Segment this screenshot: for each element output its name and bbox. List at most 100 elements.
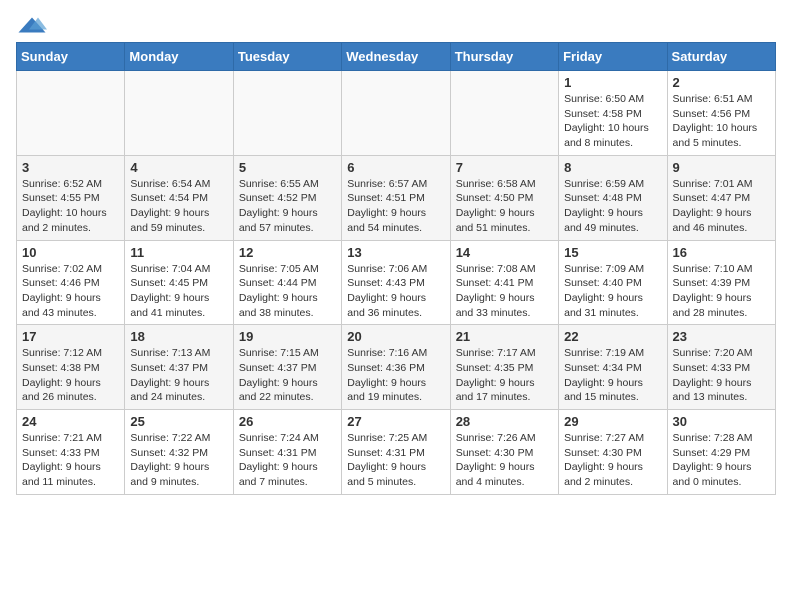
- calendar-cell: 7Sunrise: 6:58 AM Sunset: 4:50 PM Daylig…: [450, 155, 558, 240]
- day-info: Sunrise: 7:24 AM Sunset: 4:31 PM Dayligh…: [239, 431, 336, 490]
- calendar-cell: 2 Sunrise: 6:51 AM Sunset: 4:56 PM Daylig…: [667, 71, 775, 156]
- day-number: 30: [673, 414, 770, 429]
- calendar-cell: 16 Sunrise: 7:10 AM Sunset: 4:39 PM Dayli…: [667, 240, 775, 325]
- day-info: Sunrise: 6:57 AM Sunset: 4:51 PM Dayligh…: [347, 177, 444, 236]
- day-number: 29: [564, 414, 661, 429]
- day-info: Sunrise: 7:12 AM Sunset: 4:38 PM Dayligh…: [22, 346, 119, 405]
- day-info: Sunrise: 7:15 AM Sunset: 4:37 PM Dayligh…: [239, 346, 336, 405]
- calendar-cell: 20 Sunrise: 7:16 AM Sunset: 4:36 PM Dayli…: [342, 325, 450, 410]
- calendar-cell: 10 Sunrise: 7:02 AM Sunset: 4:46 PM Dayli…: [17, 240, 125, 325]
- calendar-cell: [17, 71, 125, 156]
- calendar-header-thursday: Thursday: [450, 43, 558, 71]
- calendar-header-wednesday: Wednesday: [342, 43, 450, 71]
- day-number: 24: [22, 414, 119, 429]
- day-number: 16: [673, 245, 770, 260]
- day-info: Sunrise: 7:01 AM Sunset: 4:47 PM Dayligh…: [673, 177, 770, 236]
- day-info: Sunrise: 6:55 AM Sunset: 4:52 PM Dayligh…: [239, 177, 336, 236]
- calendar-cell: 28 Sunrise: 7:26 AM Sunset: 4:30 PM Dayli…: [450, 410, 558, 495]
- calendar-cell: 13Sunrise: 7:06 AM Sunset: 4:43 PM Dayli…: [342, 240, 450, 325]
- day-info: Sunrise: 7:10 AM Sunset: 4:39 PM Dayligh…: [673, 262, 770, 321]
- calendar-cell: 25 Sunrise: 7:22 AM Sunset: 4:32 PM Dayli…: [125, 410, 233, 495]
- day-info: Sunrise: 6:50 AM Sunset: 4:58 PM Dayligh…: [564, 92, 661, 151]
- day-info: Sunrise: 7:22 AM Sunset: 4:32 PM Dayligh…: [130, 431, 227, 490]
- calendar-header-row: SundayMondayTuesdayWednesdayThursdayFrid…: [17, 43, 776, 71]
- page-header: [16, 16, 776, 34]
- day-info: Sunrise: 7:08 AM Sunset: 4:41 PM Dayligh…: [456, 262, 553, 321]
- day-number: 26: [239, 414, 336, 429]
- day-info: Sunrise: 6:52 AM Sunset: 4:55 PM Dayligh…: [22, 177, 119, 236]
- calendar-cell: 11 Sunrise: 7:04 AM Sunset: 4:45 PM Dayli…: [125, 240, 233, 325]
- day-number: 8: [564, 160, 661, 175]
- day-number: 6: [347, 160, 444, 175]
- day-info: Sunrise: 7:04 AM Sunset: 4:45 PM Dayligh…: [130, 262, 227, 321]
- day-number: 3: [22, 160, 119, 175]
- calendar-cell: 15 Sunrise: 7:09 AM Sunset: 4:40 PM Dayli…: [559, 240, 667, 325]
- calendar-week-row: 3 Sunrise: 6:52 AM Sunset: 4:55 PM Daylig…: [17, 155, 776, 240]
- calendar-cell: 22 Sunrise: 7:19 AM Sunset: 4:34 PM Dayli…: [559, 325, 667, 410]
- calendar-cell: 6 Sunrise: 6:57 AM Sunset: 4:51 PM Daylig…: [342, 155, 450, 240]
- calendar-cell: 4Sunrise: 6:54 AM Sunset: 4:54 PM Daylig…: [125, 155, 233, 240]
- day-info: Sunrise: 7:26 AM Sunset: 4:30 PM Dayligh…: [456, 431, 553, 490]
- calendar-week-row: 24Sunrise: 7:21 AM Sunset: 4:33 PM Dayli…: [17, 410, 776, 495]
- calendar-header-saturday: Saturday: [667, 43, 775, 71]
- logo-icon: [16, 16, 48, 34]
- day-number: 20: [347, 329, 444, 344]
- day-number: 12: [239, 245, 336, 260]
- calendar-header-tuesday: Tuesday: [233, 43, 341, 71]
- calendar-week-row: 1 Sunrise: 6:50 AM Sunset: 4:58 PM Daylig…: [17, 71, 776, 156]
- calendar-header-sunday: Sunday: [17, 43, 125, 71]
- day-number: 14: [456, 245, 553, 260]
- day-number: 17: [22, 329, 119, 344]
- day-number: 19: [239, 329, 336, 344]
- calendar-header-friday: Friday: [559, 43, 667, 71]
- calendar-table: SundayMondayTuesdayWednesdayThursdayFrid…: [16, 42, 776, 495]
- calendar-header-monday: Monday: [125, 43, 233, 71]
- day-info: Sunrise: 6:59 AM Sunset: 4:48 PM Dayligh…: [564, 177, 661, 236]
- calendar-cell: 29 Sunrise: 7:27 AM Sunset: 4:30 PM Dayli…: [559, 410, 667, 495]
- calendar-cell: 3 Sunrise: 6:52 AM Sunset: 4:55 PM Daylig…: [17, 155, 125, 240]
- calendar-cell: 26 Sunrise: 7:24 AM Sunset: 4:31 PM Dayli…: [233, 410, 341, 495]
- day-info: Sunrise: 7:05 AM Sunset: 4:44 PM Dayligh…: [239, 262, 336, 321]
- day-info: Sunrise: 7:02 AM Sunset: 4:46 PM Dayligh…: [22, 262, 119, 321]
- day-info: Sunrise: 7:09 AM Sunset: 4:40 PM Dayligh…: [564, 262, 661, 321]
- day-number: 10: [22, 245, 119, 260]
- calendar-cell: 9 Sunrise: 7:01 AM Sunset: 4:47 PM Daylig…: [667, 155, 775, 240]
- logo: [16, 16, 52, 34]
- calendar-cell: 30 Sunrise: 7:28 AM Sunset: 4:29 PM Dayli…: [667, 410, 775, 495]
- calendar-cell: [125, 71, 233, 156]
- calendar-cell: 8 Sunrise: 6:59 AM Sunset: 4:48 PM Daylig…: [559, 155, 667, 240]
- day-info: Sunrise: 6:54 AM Sunset: 4:54 PM Dayligh…: [130, 177, 227, 236]
- day-info: Sunrise: 7:16 AM Sunset: 4:36 PM Dayligh…: [347, 346, 444, 405]
- day-number: 21: [456, 329, 553, 344]
- calendar-cell: 17 Sunrise: 7:12 AM Sunset: 4:38 PM Dayli…: [17, 325, 125, 410]
- day-number: 2: [673, 75, 770, 90]
- day-info: Sunrise: 7:20 AM Sunset: 4:33 PM Dayligh…: [673, 346, 770, 405]
- calendar-week-row: 17 Sunrise: 7:12 AM Sunset: 4:38 PM Dayli…: [17, 325, 776, 410]
- calendar-cell: 19 Sunrise: 7:15 AM Sunset: 4:37 PM Dayli…: [233, 325, 341, 410]
- calendar-cell: 23 Sunrise: 7:20 AM Sunset: 4:33 PM Dayli…: [667, 325, 775, 410]
- calendar-cell: 14 Sunrise: 7:08 AM Sunset: 4:41 PM Dayli…: [450, 240, 558, 325]
- day-number: 1: [564, 75, 661, 90]
- calendar-cell: 12 Sunrise: 7:05 AM Sunset: 4:44 PM Dayli…: [233, 240, 341, 325]
- calendar-week-row: 10 Sunrise: 7:02 AM Sunset: 4:46 PM Dayli…: [17, 240, 776, 325]
- day-info: Sunrise: 7:25 AM Sunset: 4:31 PM Dayligh…: [347, 431, 444, 490]
- day-info: Sunrise: 7:06 AM Sunset: 4:43 PM Dayligh…: [347, 262, 444, 321]
- day-number: 11: [130, 245, 227, 260]
- day-number: 27: [347, 414, 444, 429]
- day-number: 9: [673, 160, 770, 175]
- calendar-cell: 21 Sunrise: 7:17 AM Sunset: 4:35 PM Dayli…: [450, 325, 558, 410]
- day-info: Sunrise: 7:19 AM Sunset: 4:34 PM Dayligh…: [564, 346, 661, 405]
- day-number: 28: [456, 414, 553, 429]
- day-info: Sunrise: 7:17 AM Sunset: 4:35 PM Dayligh…: [456, 346, 553, 405]
- calendar-cell: [233, 71, 341, 156]
- day-number: 23: [673, 329, 770, 344]
- day-number: 18: [130, 329, 227, 344]
- day-info: Sunrise: 6:51 AM Sunset: 4:56 PM Dayligh…: [673, 92, 770, 151]
- day-number: 5: [239, 160, 336, 175]
- day-number: 22: [564, 329, 661, 344]
- calendar-cell: 27 Sunrise: 7:25 AM Sunset: 4:31 PM Dayli…: [342, 410, 450, 495]
- day-number: 15: [564, 245, 661, 260]
- day-number: 25: [130, 414, 227, 429]
- day-info: Sunrise: 7:27 AM Sunset: 4:30 PM Dayligh…: [564, 431, 661, 490]
- day-info: Sunrise: 7:28 AM Sunset: 4:29 PM Dayligh…: [673, 431, 770, 490]
